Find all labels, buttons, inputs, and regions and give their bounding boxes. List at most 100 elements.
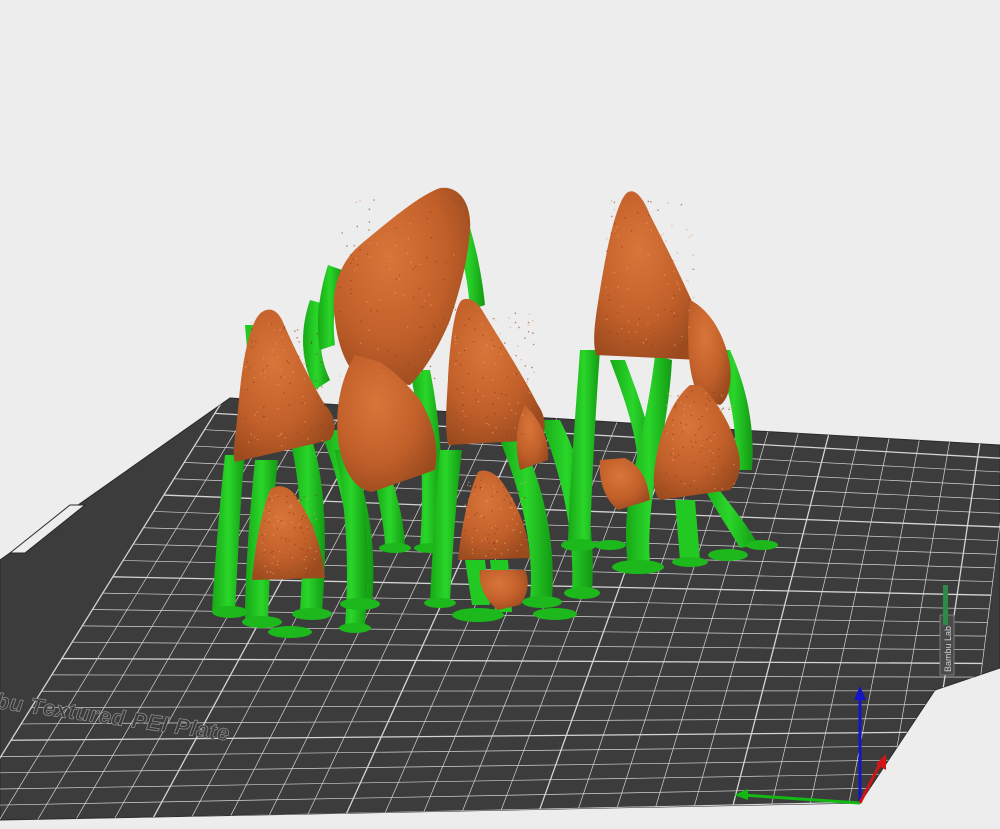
texture-speck [511, 529, 514, 532]
texture-speck [710, 439, 712, 442]
texture-speck [459, 363, 462, 366]
texture-speck [275, 343, 277, 345]
texture-speck [506, 494, 508, 497]
texture-speck [262, 415, 265, 417]
texture-speck [520, 497, 523, 500]
texture-speck [673, 315, 676, 318]
texture-speck [355, 201, 357, 204]
scene-canvas[interactable]: bu Textured PEI Plate Bambu Lab [0, 0, 1000, 829]
texture-speck [443, 316, 446, 319]
texture-speck [605, 286, 607, 289]
3d-viewport[interactable]: bu Textured PEI Plate Bambu Lab [0, 0, 1000, 829]
texture-speck [706, 408, 708, 411]
texture-speck [467, 516, 469, 518]
texture-speck [608, 331, 611, 333]
texture-speck [456, 388, 459, 390]
texture-speck [476, 529, 478, 531]
texture-speck [259, 373, 261, 376]
texture-speck [677, 454, 680, 456]
texture-speck [305, 567, 307, 569]
texture-speck [706, 438, 708, 441]
texture-speck [624, 216, 626, 219]
texture-speck [263, 509, 265, 512]
texture-speck [528, 313, 531, 316]
texture-speck [294, 330, 296, 333]
texture-speck [264, 533, 266, 536]
texture-speck [471, 541, 474, 543]
texture-speck [683, 415, 685, 417]
texture-speck [430, 211, 432, 213]
texture-speck [388, 268, 391, 270]
texture-speck [718, 455, 720, 458]
texture-speck [339, 375, 342, 377]
texture-speck [406, 252, 409, 254]
texture-speck [442, 278, 445, 281]
texture-speck [617, 286, 620, 288]
texture-speck [303, 363, 305, 365]
texture-speck [608, 299, 611, 301]
texture-speck [666, 432, 668, 434]
texture-speck [409, 222, 412, 225]
texture-speck [272, 524, 275, 527]
texture-speck [689, 484, 691, 487]
texture-speck [445, 261, 448, 263]
texture-speck [454, 363, 457, 365]
texture-speck [280, 444, 283, 447]
texture-speck [507, 549, 509, 551]
texture-speck [712, 473, 715, 475]
texture-speck [275, 515, 278, 518]
texture-speck [513, 512, 516, 514]
texture-speck [491, 527, 494, 529]
texture-speck [280, 432, 283, 435]
texture-speck [685, 228, 688, 231]
texture-speck [674, 456, 677, 458]
texture-speck [527, 324, 530, 327]
texture-speck [722, 407, 725, 409]
texture-speck [423, 337, 425, 339]
texture-speck [306, 527, 309, 530]
texture-speck [671, 310, 673, 313]
texture-speck [724, 469, 726, 472]
texture-speck [301, 518, 303, 520]
texture-speck [302, 548, 304, 551]
texture-speck [304, 543, 307, 545]
texture-speck [500, 353, 503, 356]
texture-speck [407, 237, 410, 240]
texture-speck [678, 288, 681, 291]
texture-speck [677, 283, 679, 285]
texture-speck [496, 528, 499, 530]
texture-speck [467, 481, 470, 484]
texture-speck [475, 485, 477, 488]
texture-speck [428, 294, 430, 296]
texture-speck [461, 385, 464, 388]
texture-speck [704, 404, 707, 406]
texture-speck [480, 514, 483, 517]
texture-speck [683, 408, 685, 410]
texture-speck [297, 432, 299, 434]
texture-speck [692, 296, 695, 299]
texture-speck [680, 203, 683, 206]
texture-speck [503, 486, 505, 488]
texture-speck [677, 394, 679, 397]
texture-speck [403, 294, 405, 296]
texture-speck [273, 556, 275, 558]
texture-speck [412, 296, 415, 299]
texture-speck [262, 369, 264, 372]
texture-speck [276, 569, 279, 572]
texture-speck [671, 458, 674, 461]
texture-speck [650, 200, 652, 203]
texture-speck [732, 404, 734, 407]
texture-speck [683, 426, 685, 429]
texture-speck [379, 299, 382, 301]
texture-speck [712, 467, 715, 470]
texture-speck [707, 397, 709, 400]
texture-speck [688, 298, 690, 301]
texture-speck [518, 326, 520, 329]
texture-speck [281, 335, 284, 338]
texture-speck [501, 546, 504, 548]
texture-speck [315, 518, 318, 520]
texture-speck [520, 544, 523, 546]
brand-text: Bambu Lab [943, 626, 953, 672]
texture-speck [519, 483, 522, 485]
texture-speck [474, 513, 476, 516]
